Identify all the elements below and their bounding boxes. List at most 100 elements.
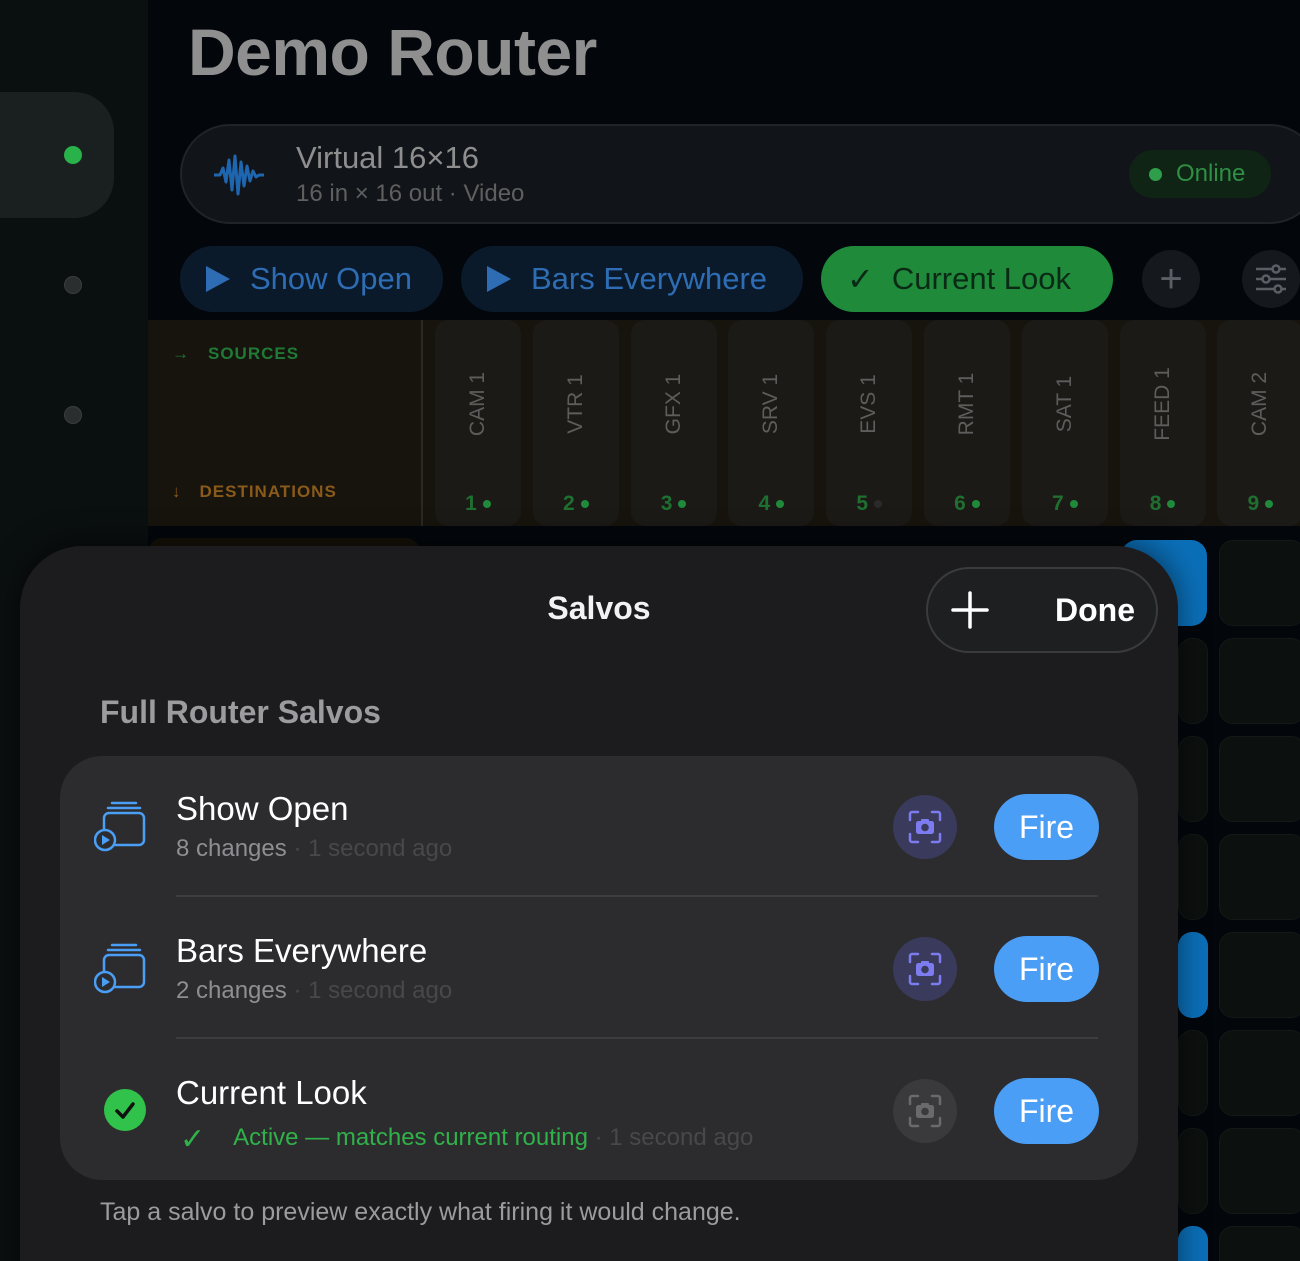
salvo-name[interactable]: Current Look [176, 1074, 367, 1112]
crosspoint-cell[interactable] [1219, 1226, 1300, 1261]
camera-viewfinder-icon [908, 1094, 942, 1128]
crosspoint-cell[interactable] [1178, 834, 1208, 920]
crosspoint-cell[interactable] [1219, 932, 1300, 1018]
source-name-wrap: CAM 2 [1217, 320, 1300, 480]
crosspoint-cell[interactable] [1219, 638, 1300, 724]
salvo-meta: 8 changes · 1 second ago [176, 835, 452, 863]
source-number: 9 [1217, 492, 1300, 516]
crosspoint-cell[interactable] [1178, 1128, 1208, 1214]
sidebar-status-dot-active[interactable] [64, 146, 82, 164]
salvo-chip-show-open[interactable]: Show Open [180, 246, 443, 312]
salvo-time: · 1 second ago [293, 835, 453, 862]
add-salvo-sheet-button[interactable] [944, 580, 996, 640]
source-column[interactable]: CAM 1 1 [435, 320, 521, 526]
crosspoint-cell[interactable] [1178, 1030, 1208, 1116]
source-number-text: 9 [1247, 492, 1260, 515]
salvo-meta: ✓ Active — matches current routing · 1 se… [180, 1118, 754, 1156]
source-name-wrap: FEED 1 [1120, 320, 1206, 480]
salvo-chip-bars-everywhere[interactable]: Bars Everywhere [461, 246, 803, 312]
crosspoint-cell[interactable] [1219, 834, 1300, 920]
source-number-text: 8 [1149, 492, 1162, 515]
settings-button[interactable] [1242, 250, 1300, 308]
salvo-changes: 8 changes [176, 835, 287, 862]
sources-label-text: SOURCES [208, 344, 300, 363]
crosspoint-cell[interactable] [1219, 1128, 1300, 1214]
source-number: 7 [1022, 492, 1108, 516]
signal-dot-icon [1167, 500, 1176, 509]
source-number-text: 3 [660, 492, 673, 515]
source-name-wrap: RMT 1 [924, 320, 1010, 480]
salvo-stack-icon [94, 943, 146, 994]
destinations-label: ↓ DESTINATIONS [172, 482, 337, 502]
source-number-text: 5 [856, 492, 869, 515]
camera-viewfinder-icon [908, 810, 942, 844]
source-name-wrap: SAT 1 [1022, 320, 1108, 480]
salvo-stack-icon [94, 801, 146, 852]
crosspoint-cell[interactable] [1178, 638, 1208, 724]
salvo-time: · 1 second ago [293, 977, 453, 1004]
source-column[interactable]: GFX 1 3 [630, 320, 717, 526]
row-divider [176, 1037, 1098, 1039]
salvo-time: · 1 second ago [594, 1124, 754, 1151]
source-number-text: 4 [758, 492, 771, 515]
sidebar-status-dot[interactable] [64, 276, 82, 294]
source-column[interactable]: CAM 2 9 [1217, 320, 1300, 526]
crosspoint-cell[interactable] [1219, 736, 1300, 822]
source-name: CAM 2 [1248, 371, 1272, 437]
page-title: Demo Router [188, 15, 597, 89]
source-column[interactable]: SRV 1 4 [728, 320, 815, 526]
row-divider [176, 895, 1098, 897]
source-name-wrap: CAM 1 [435, 320, 521, 480]
source-column[interactable]: RMT 1 6 [924, 320, 1010, 526]
source-number: 5 [826, 492, 912, 516]
add-salvo-button[interactable]: + [1142, 250, 1200, 308]
salvo-chip-label: Show Open [250, 261, 412, 296]
source-number: 8 [1120, 492, 1206, 516]
capture-snapshot-button[interactable] [893, 937, 957, 1001]
signal-dot-icon [874, 500, 883, 509]
play-icon [206, 266, 230, 292]
source-name: GFX 1 [661, 373, 685, 435]
signal-dot-icon [776, 500, 785, 509]
capture-snapshot-button[interactable] [893, 795, 957, 859]
salvo-chip-label: Current Look [891, 261, 1072, 296]
source-column[interactable]: FEED 1 8 [1119, 320, 1206, 526]
source-column[interactable]: SAT 1 7 [1021, 320, 1108, 526]
checkmark-circle-icon [104, 1089, 146, 1131]
source-name: SAT 1 [1052, 375, 1076, 433]
signal-dot-icon [971, 500, 980, 509]
signal-dot-icon [482, 500, 491, 509]
source-number-text: 1 [465, 492, 477, 515]
crosspoint-cell-active[interactable] [1178, 1226, 1208, 1261]
crosspoint-cell[interactable] [1219, 540, 1300, 626]
router-name: Virtual 16×16 [296, 140, 479, 175]
crosspoint-cell-active[interactable] [1178, 932, 1208, 1018]
source-number: 1 [435, 492, 521, 516]
fire-button[interactable]: Fire [994, 936, 1099, 1002]
source-column[interactable]: EVS 1 5 [826, 320, 913, 526]
source-name-wrap: GFX 1 [631, 320, 717, 480]
destinations-label-text: DESTINATIONS [199, 482, 337, 501]
salvo-chip-label: Bars Everywhere [531, 261, 768, 296]
signal-dot-icon [1265, 500, 1274, 509]
source-column[interactable]: VTR 1 2 [532, 320, 619, 526]
salvo-name[interactable]: Bars Everywhere [176, 932, 427, 970]
sidebar-status-dot[interactable] [64, 406, 82, 424]
footer-hint: Tap a salvo to preview exactly what firi… [100, 1198, 741, 1226]
status-badge-label: Online [1176, 160, 1246, 187]
router-subtitle: 16 in × 16 out · Video [296, 180, 525, 207]
waveform-icon [214, 154, 264, 196]
fire-button[interactable]: Fire [994, 794, 1099, 860]
sidebar-selected-item[interactable] [0, 92, 114, 218]
fire-button[interactable]: Fire [994, 1078, 1099, 1144]
crosspoint-cell[interactable] [1219, 1030, 1300, 1116]
checkmark-icon: ✓ [180, 1123, 206, 1156]
plus-icon: + [1159, 256, 1183, 301]
done-button[interactable]: Done [1040, 580, 1150, 640]
capture-snapshot-button[interactable] [893, 1079, 957, 1143]
salvo-meta: 2 changes · 1 second ago [176, 977, 452, 1005]
status-badge: Online [1129, 150, 1271, 198]
crosspoint-cell[interactable] [1178, 736, 1208, 822]
salvo-name[interactable]: Show Open [176, 790, 348, 828]
salvo-chip-current-look[interactable]: ✓ Current Look [821, 246, 1113, 312]
